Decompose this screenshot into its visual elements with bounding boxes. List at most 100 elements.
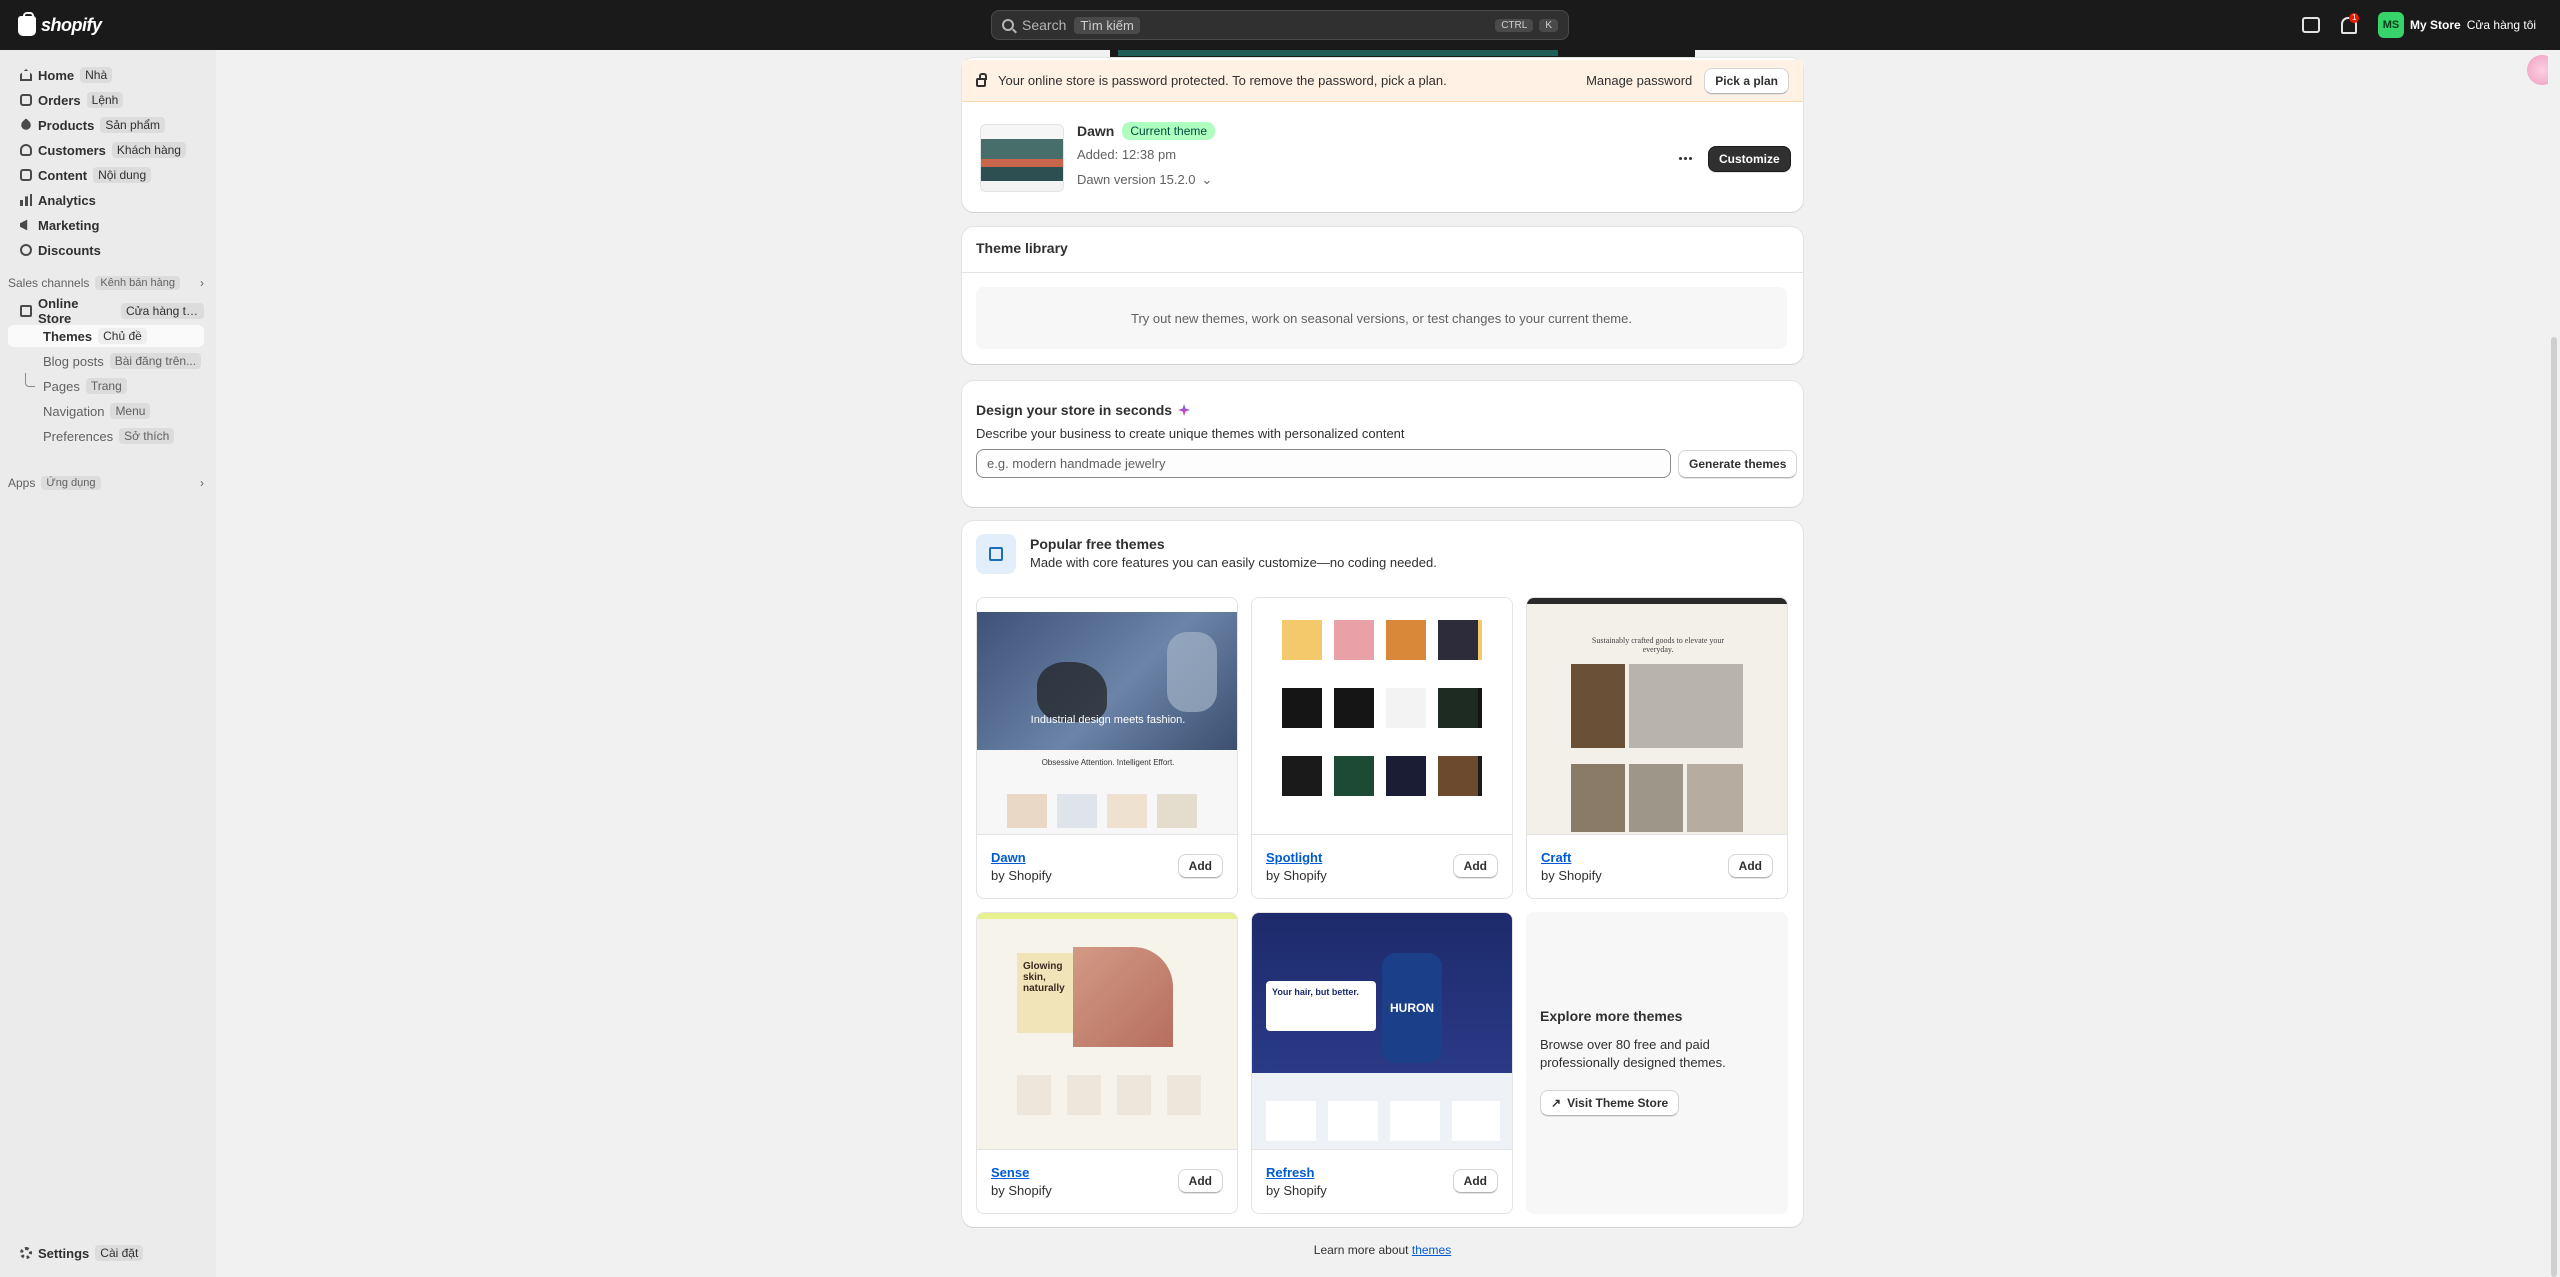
- product-row-tees: [1282, 688, 1482, 728]
- content-icon: [20, 169, 32, 181]
- sales-channels-header[interactable]: Sales channels Kênh bán hàng ›: [8, 276, 204, 290]
- shopify-logo[interactable]: shopify: [18, 11, 102, 36]
- sidebar-item-label: Online Store: [38, 296, 79, 326]
- design-title-row: Design your store in seconds: [976, 402, 1191, 418]
- add-theme-button[interactable]: Add: [1177, 854, 1223, 878]
- sense-hero-text: Glowing skin, naturally: [1017, 953, 1077, 1033]
- theme-card-spotlight[interactable]: Spotlight by Shopify Add: [1251, 597, 1513, 899]
- pick-plan-button[interactable]: Pick a plan: [1704, 67, 1789, 94]
- sidebar-item-blog-posts[interactable]: Blog posts Bài đăng trên...: [8, 350, 204, 372]
- store-icon[interactable]: [2300, 14, 2322, 36]
- refresh-product-brand: HURON: [1382, 953, 1442, 1063]
- sidebar-item-translation: Trang: [85, 378, 127, 394]
- theme-name-link[interactable]: Sense: [991, 1165, 1029, 1180]
- sidebar-item-analytics[interactable]: Analytics: [8, 189, 204, 211]
- sidebar-item-online-store[interactable]: Online Store Cửa hàng tr...: [8, 296, 204, 326]
- discount-icon: [20, 244, 32, 256]
- theme-name-link[interactable]: Dawn: [991, 850, 1026, 865]
- search-bar[interactable]: Search Tìm kiếm CTRL K: [991, 10, 1569, 40]
- dawn-subheading: Obsessive Attention. Intelligent Effort.: [1041, 758, 1175, 767]
- avatar: MS: [2378, 12, 2404, 38]
- sidebar-item-translation: Sở thích: [119, 428, 175, 444]
- sidebar-item-translation: Lệnh: [86, 92, 124, 108]
- sidebar-item-customers[interactable]: Customers Khách hàng: [8, 139, 204, 161]
- sense-preview: Glowing skin, naturally: [977, 913, 1237, 1150]
- store-menu[interactable]: MS My Store Cửa hàng tôi: [2378, 12, 2536, 38]
- sidebar-item-label: Settings: [38, 1245, 90, 1261]
- chevron-down-icon: ⌄: [1201, 172, 1213, 187]
- current-theme-thumbnail: [980, 124, 1064, 192]
- sidebar-item-home[interactable]: Home Nhà: [8, 64, 204, 86]
- craft-image: [1571, 664, 1625, 748]
- sidebar-item-pages[interactable]: Pages Trang: [8, 375, 204, 397]
- manage-password-link[interactable]: Manage password: [1586, 73, 1692, 88]
- popular-themes-title: Popular free themes: [1030, 536, 1165, 552]
- password-banner: Your online store is password protected.…: [962, 60, 1803, 102]
- theme-card-craft[interactable]: Sustainably crafted goods to elevate you…: [1526, 597, 1788, 899]
- theme-card-refresh[interactable]: Your hair, but better. HURON Refresh by …: [1251, 912, 1513, 1214]
- current-theme-header: Dawn Current theme: [1077, 122, 1216, 140]
- theme-name-link[interactable]: Refresh: [1266, 1165, 1314, 1180]
- sidebar-item-marketing[interactable]: Marketing: [8, 214, 204, 236]
- megaphone-icon: [20, 219, 28, 231]
- theme-card-dawn[interactable]: Industrial design meets fashion. Obsessi…: [976, 597, 1238, 899]
- hero-figure: [1037, 662, 1107, 722]
- design-title: Design your store in seconds: [976, 402, 1173, 418]
- sidebar-item-translation: Cửa hàng tr...: [120, 303, 204, 319]
- add-theme-button[interactable]: Add: [1727, 854, 1773, 878]
- popular-themes-description: Made with core features you can easily c…: [1030, 555, 1437, 570]
- top-bar: shopify Search Tìm kiếm CTRL K 1 MS My S…: [0, 0, 2560, 50]
- add-theme-button[interactable]: Add: [1177, 1169, 1223, 1193]
- business-description-input[interactable]: [976, 449, 1671, 478]
- sidebar-item-translation: Nội dung: [93, 167, 152, 183]
- search-shortcut: CTRL K: [1495, 18, 1558, 32]
- sidebar-item-settings[interactable]: Settings Cài đặt: [8, 1242, 204, 1264]
- scrollbar[interactable]: [2548, 50, 2560, 1277]
- theme-name-link[interactable]: Craft: [1541, 850, 1571, 865]
- sidebar-item-label: Navigation: [43, 403, 105, 419]
- product-thumb: [1157, 794, 1197, 828]
- kbd-k: K: [1539, 18, 1558, 32]
- store-name: My Store: [2410, 18, 2461, 32]
- sidebar-item-label: Blog posts: [43, 353, 104, 369]
- generate-themes-button[interactable]: Generate themes: [1678, 450, 1798, 478]
- theme-card-sense[interactable]: Glowing skin, naturally Sense by Shopify…: [976, 912, 1238, 1214]
- preview-header: [977, 598, 1237, 612]
- chevron-right-icon: ›: [200, 476, 204, 490]
- explore-description: Browse over 80 free and paid professiona…: [1540, 1037, 1726, 1070]
- theme-author: by Shopify: [1266, 1183, 1327, 1198]
- sidebar-item-translation: Menu: [110, 403, 151, 419]
- sidebar-item-preferences[interactable]: Preferences Sở thích: [8, 425, 204, 447]
- learn-more: Learn more about themes: [962, 1243, 1803, 1257]
- add-theme-button[interactable]: Add: [1452, 854, 1498, 878]
- refresh-hero: Your hair, but better. HURON: [1252, 913, 1512, 1073]
- current-theme-badge: Current theme: [1122, 122, 1216, 140]
- refresh-hero-text: Your hair, but better.: [1266, 981, 1376, 1031]
- sense-products: [1017, 1075, 1207, 1115]
- current-theme-name: Dawn: [1077, 123, 1115, 139]
- customize-button[interactable]: Customize: [1708, 146, 1791, 172]
- divider: [962, 272, 1803, 273]
- sense-hero-image: [1073, 947, 1173, 1047]
- banner-text: Your online store is password protected.…: [998, 73, 1447, 88]
- sidebar-item-products[interactable]: Products Sản phẩm: [8, 114, 204, 136]
- hero-figure: [1167, 632, 1217, 712]
- craft-hero-text: Sustainably crafted goods to elevate you…: [1591, 636, 1725, 654]
- theme-library-empty-state: Try out new themes, work on seasonal ver…: [976, 287, 1787, 349]
- craft-image: [1571, 764, 1625, 832]
- home-icon: [20, 69, 32, 81]
- sidebar-item-navigation[interactable]: Navigation Menu: [8, 400, 204, 422]
- apps-header[interactable]: Apps Ứng dụng ›: [8, 476, 204, 490]
- visit-theme-store-button[interactable]: ↗ Visit Theme Store: [1540, 1090, 1680, 1116]
- theme-name-link[interactable]: Spotlight: [1266, 850, 1322, 865]
- theme-version-dropdown[interactable]: Dawn version 15.2.0 ⌄: [1077, 172, 1212, 188]
- add-theme-button[interactable]: Add: [1452, 1169, 1498, 1193]
- sidebar-item-discounts[interactable]: Discounts: [8, 239, 204, 261]
- sidebar-item-orders[interactable]: Orders Lệnh: [8, 89, 204, 111]
- sidebar-item-content[interactable]: Content Nội dung: [8, 164, 204, 186]
- sidebar-item-translation: Sản phẩm: [100, 117, 166, 133]
- themes-help-link[interactable]: themes: [1412, 1243, 1451, 1257]
- sidebar-item-themes[interactable]: Themes Chủ đề: [8, 325, 204, 347]
- sidebar-item-label: Products: [38, 117, 95, 133]
- more-actions-button[interactable]: [1672, 148, 1698, 168]
